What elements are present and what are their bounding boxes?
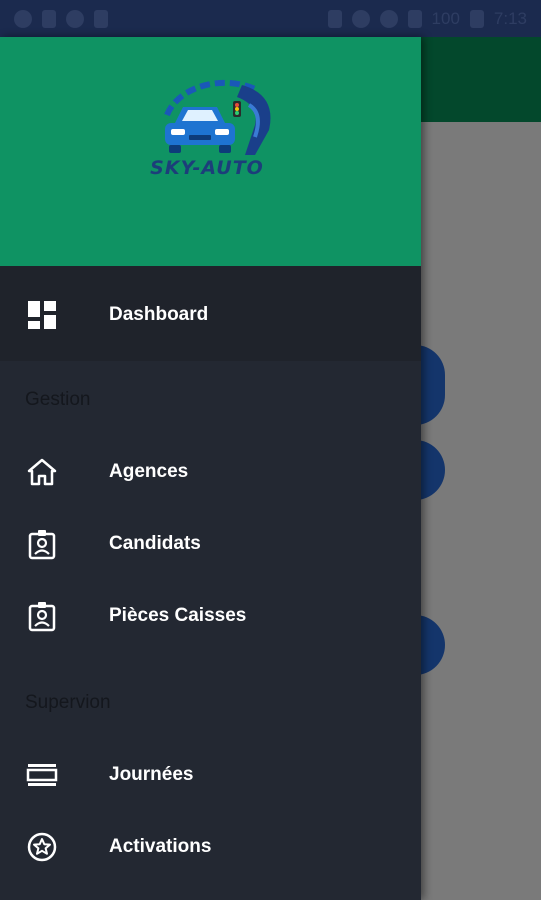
nav-item-candidats[interactable]: Candidats bbox=[0, 514, 421, 574]
wifi-icon bbox=[379, 9, 398, 28]
view-day-icon bbox=[26, 759, 58, 791]
status-left-icons bbox=[14, 9, 108, 28]
dashboard-icon bbox=[26, 299, 58, 331]
nav-item-journees[interactable]: Journées bbox=[0, 745, 421, 805]
vibrate-icon bbox=[327, 9, 342, 28]
battery-percent: 100 bbox=[431, 8, 460, 28]
badge-icon bbox=[26, 528, 58, 560]
nav-item-activations[interactable]: Activations bbox=[0, 817, 421, 877]
battery-icon bbox=[469, 9, 484, 28]
car-logo-icon bbox=[164, 79, 271, 155]
logo-text: SKY-AUTO bbox=[150, 157, 264, 179]
android-icon bbox=[66, 9, 84, 28]
clock: 7:13 bbox=[493, 8, 527, 28]
drawer-header: SKY-AUTO bbox=[0, 37, 421, 266]
nav-item-label: Dashboard bbox=[109, 304, 209, 325]
nav-item-label: Candidats bbox=[109, 533, 201, 554]
nav-item-label: Agences bbox=[109, 461, 189, 482]
home-icon bbox=[26, 456, 58, 488]
nav-item-label: Pièces Caisses bbox=[109, 605, 247, 626]
navigation-drawer: SKY-AUTO Dashboard Gestion Agences Candi… bbox=[0, 37, 421, 900]
notification-icon bbox=[42, 9, 56, 28]
star-circle-icon bbox=[26, 831, 58, 863]
badge-icon bbox=[26, 600, 58, 632]
section-header-gestion: Gestion bbox=[25, 389, 91, 410]
nav-item-pieces-caisses[interactable]: Pièces Caisses bbox=[0, 586, 421, 646]
usb-icon bbox=[94, 9, 108, 28]
whatsapp-icon bbox=[14, 9, 32, 28]
alarm-icon bbox=[351, 9, 370, 28]
nav-item-label: Activations bbox=[109, 836, 212, 857]
nav-item-dashboard[interactable]: Dashboard bbox=[0, 285, 421, 345]
sky-auto-logo: SKY-AUTO bbox=[137, 75, 277, 185]
signal-icon bbox=[407, 9, 422, 28]
status-bar: 100 7:13 bbox=[0, 0, 541, 37]
nav-item-label: Journées bbox=[109, 764, 194, 785]
section-header-supervion: Supervion bbox=[25, 692, 111, 713]
nav-item-agences[interactable]: Agences bbox=[0, 442, 421, 502]
status-right-icons: 100 7:13 bbox=[327, 8, 527, 29]
